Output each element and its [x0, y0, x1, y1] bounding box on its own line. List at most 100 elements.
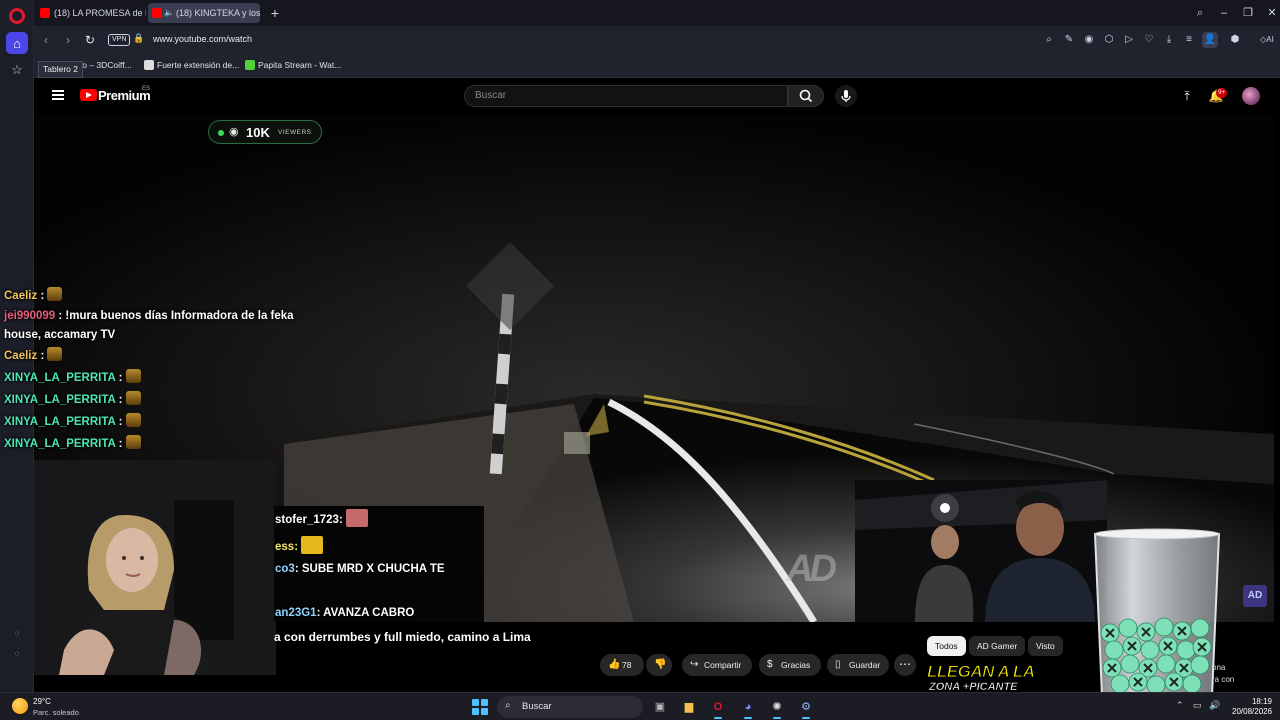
star-icon[interactable]: ☆ [6, 59, 28, 81]
save-button[interactable]: ▯ Guardar [827, 654, 889, 676]
chip-todos[interactable]: Todos [927, 636, 966, 656]
weather-temperature[interactable]: 29°C [33, 697, 51, 706]
shield-icon[interactable]: ⬡ [1101, 32, 1117, 48]
like-button[interactable]: 👍 78 [600, 654, 644, 676]
windows-start-icon[interactable] [472, 699, 488, 715]
channel-branding-icon[interactable]: AD [1243, 585, 1267, 607]
search-input[interactable] [475, 90, 775, 101]
tray-chevron-icon[interactable]: ⌃ [1176, 700, 1184, 711]
weather-sun-icon[interactable] [12, 698, 28, 714]
search-button[interactable] [788, 85, 824, 107]
webcam-image [34, 460, 276, 675]
profile-icon[interactable]: 👤 [1202, 32, 1218, 48]
thumbs-up-icon: 👍 [608, 659, 621, 670]
emote-icon [47, 287, 63, 301]
ai-button[interactable]: ◇AI [1256, 32, 1278, 48]
thanks-button[interactable]: $ Gracias [759, 654, 821, 676]
live-dot-icon [218, 130, 224, 136]
search-icon [799, 89, 813, 103]
new-tab-button[interactable]: + [266, 4, 284, 22]
bookmark-favicon-icon [144, 60, 154, 70]
share-button[interactable]: ↪ Compartir [682, 654, 752, 676]
region-code: ES [142, 86, 151, 92]
task-view-icon[interactable]: ▣ [651, 698, 669, 716]
sidebar-small-icon[interactable]: ◌ [6, 622, 28, 644]
kick-favicon-icon [245, 60, 255, 70]
cube-icon[interactable]: ⬢ [1227, 32, 1243, 48]
network-icon[interactable]: ▭ [1193, 700, 1202, 711]
download-icon[interactable]: ⤓ [1161, 32, 1177, 48]
chat-line: XINYA_LA_PERRITA : [4, 433, 294, 455]
system-clock[interactable]: 18:19 20/08/2026 [1232, 697, 1272, 717]
viewers-count: 10K [246, 125, 270, 140]
chatgpt-icon[interactable]: ✺ [768, 698, 786, 719]
speaker-icon[interactable]: 🔈 [164, 3, 174, 23]
emote-icon [125, 435, 141, 449]
tab-la-promesa[interactable]: (18) LA PROMESA de King [36, 3, 146, 23]
home-icon[interactable]: ⌂ [6, 32, 28, 54]
streamer-webcam [34, 460, 276, 675]
back-icon[interactable]: ‹ [38, 32, 54, 48]
chat-line: an23G1: AVANZA CABRO [275, 607, 415, 619]
sidebar-small-icon[interactable]: ◌ [6, 642, 28, 664]
youtube-header: Premium ES ⤒ 🔔 [34, 78, 1280, 114]
upload-icon[interactable]: ⤒ [1178, 87, 1196, 105]
bookmark-fuerte-extension[interactable]: Fuerte extensión de... [144, 60, 239, 70]
play-icon[interactable]: ▷ [1121, 32, 1137, 48]
share-icon: ↪ [690, 659, 699, 670]
chat-line: ess: [275, 536, 324, 554]
heart-icon[interactable]: ♡ [1141, 32, 1157, 48]
restore-icon[interactable]: ❐ [1238, 4, 1258, 22]
chat-line: stofer_1723: [275, 509, 368, 527]
chip-visto[interactable]: Visto [1028, 636, 1063, 656]
close-icon[interactable]: ✕ [1262, 4, 1280, 22]
thanks-icon: $ [767, 659, 773, 670]
vpn-badge[interactable]: VPN [108, 34, 131, 46]
thumbs-down-icon: 👎 [654, 659, 667, 670]
discord-icon[interactable]: ◕ [739, 698, 757, 719]
taskbar-search[interactable]: ⌕ Buscar [497, 696, 643, 718]
viewers-label: VIEWERS [278, 129, 312, 136]
more-actions-button[interactable]: ⋯ [894, 654, 916, 676]
emote-icon [345, 509, 368, 527]
tab-kingteka[interactable]: 🔈 (18) KINGTEKA y los P [148, 3, 260, 23]
reload-icon[interactable]: ↻ [82, 32, 98, 48]
bookmark-3dcoiff[interactable]: ito – 3DCoiff... [78, 60, 132, 70]
address-bar: ‹ › ↻ VPN 🔒 www.youtube.com/watch ⌕ ✎ ◉ … [34, 26, 1280, 54]
edit-icon[interactable]: ✎ [1061, 32, 1077, 48]
youtube-logo-icon[interactable] [80, 89, 97, 101]
search-icon[interactable]: ⌕ [1041, 32, 1057, 48]
search-tabs-icon[interactable]: ⌕ [1190, 4, 1210, 22]
minimize-icon[interactable]: – [1214, 4, 1234, 22]
chat-line: jei990099 : !mura buenos días Informador… [4, 310, 294, 341]
chip-ad-gamer[interactable]: AD Gamer [969, 636, 1026, 656]
bookmark-papita-stream[interactable]: Papita Stream - Wat... [245, 60, 341, 70]
volume-icon[interactable]: 🔊 [1209, 700, 1220, 711]
search-box[interactable] [464, 85, 788, 107]
settings-gear-icon[interactable]: ⚙ [797, 698, 815, 719]
chat-line: XINYA_LA_PERRITA : [4, 389, 294, 411]
menu-icon[interactable] [52, 90, 64, 100]
lock-icon[interactable]: 🔒 [133, 33, 144, 44]
weather-description[interactable]: Parc. soleado [33, 708, 79, 717]
forward-icon[interactable]: › [60, 32, 76, 48]
dislike-button[interactable]: 👎 [646, 654, 672, 676]
youtube-favicon-icon [152, 8, 162, 18]
url-field[interactable]: www.youtube.com/watch [153, 34, 252, 44]
eye-icon: ◉ [229, 126, 239, 138]
emote-icon [125, 369, 141, 383]
stream-chat: Caeliz : jei990099 : !mura buenos días I… [4, 285, 294, 455]
camera-icon[interactable]: ◉ [1081, 32, 1097, 48]
voice-search-button[interactable] [835, 85, 857, 107]
menu-lines-icon[interactable]: ≡ [1181, 32, 1197, 48]
chat-line: XINYA_LA_PERRITA : [4, 411, 294, 433]
youtube-favicon-icon [40, 8, 50, 18]
file-explorer-icon[interactable]: ▆ [680, 698, 698, 716]
chat-line: Caeliz : [4, 285, 294, 307]
opera-taskbar-icon[interactable]: O [709, 698, 727, 719]
emote-icon [47, 347, 63, 361]
avatar[interactable] [1242, 87, 1260, 105]
opera-logo[interactable] [9, 8, 25, 24]
screen: ⌂ ☆ ◌ ◌ (18) LA PROMESA de King 🔈 (18) K… [0, 0, 1280, 720]
glass-jar-graphic [1093, 528, 1221, 697]
